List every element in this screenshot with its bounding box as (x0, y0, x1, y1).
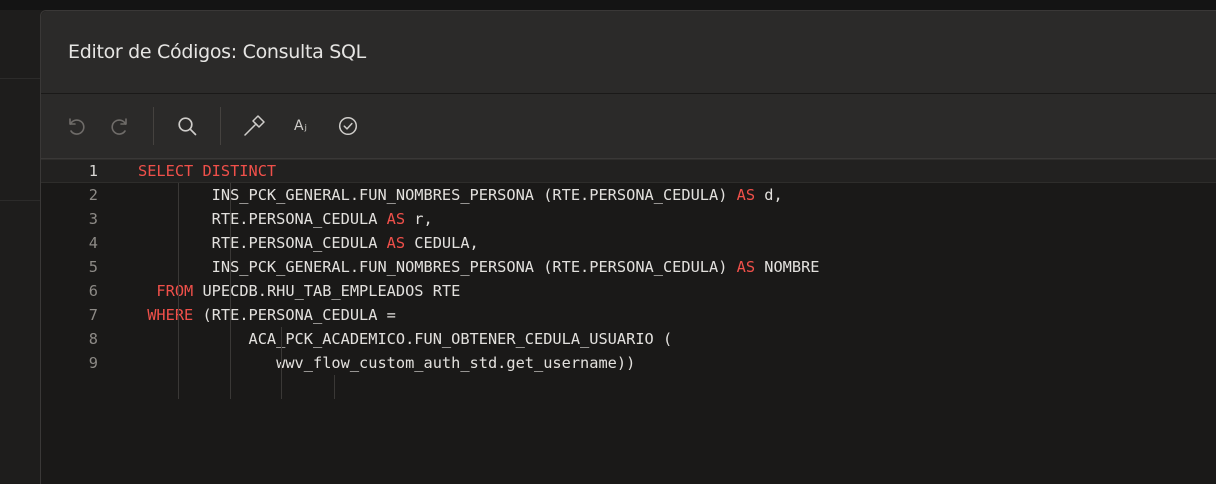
sql-token: ACA_PCK_ACADEMICO.FUN_OBTENER_CEDULA_USU… (138, 330, 673, 348)
code-line[interactable]: 9 wwv_flow_custom_auth_std.get_username)… (41, 351, 1216, 375)
undo-icon (69, 118, 85, 135)
check-button[interactable] (333, 111, 363, 141)
line-number: 8 (88, 330, 98, 348)
sql-token: wwv_flow_custom_auth_std.get_username)) (138, 354, 636, 372)
sql-token: RTE.PERSONA_CEDULA (138, 234, 387, 252)
code-line[interactable]: 1 SELECT DISTINCT (41, 159, 1216, 183)
line-number: 3 (88, 210, 98, 228)
code-line[interactable]: 8 ACA_PCK_ACADEMICO.FUN_OBTENER_CEDULA_U… (41, 327, 1216, 351)
hammer-icon (244, 115, 265, 136)
code-line[interactable]: 2 INS_PCK_GENERAL.FUN_NOMBRES_PERSONA (R… (41, 183, 1216, 207)
toolbar-divider (220, 107, 221, 145)
redo-button[interactable] (105, 111, 135, 141)
code-text: RTE.PERSONA_CEDULA AS CEDULA, (138, 231, 479, 255)
undo-button[interactable] (61, 111, 91, 141)
code-text: SELECT DISTINCT (138, 160, 276, 182)
code-text: INS_PCK_GENERAL.FUN_NOMBRES_PERSONA (RTE… (138, 255, 820, 279)
line-number: 6 (88, 282, 98, 300)
sql-keyword: SELECT DISTINCT (138, 162, 277, 180)
code-editor-dialog: Editor de Códigos: Consulta SQL Aⱼ 1 SEL… (40, 10, 1216, 484)
code-text: INS_PCK_GENERAL.FUN_NOMBRES_PERSONA (RTE… (138, 183, 783, 207)
sql-keyword: AS (386, 234, 406, 252)
code-lines[interactable]: 1 SELECT DISTINCT 2 INS_PCK_GENERAL.FUN_NO… (41, 159, 1216, 375)
sql-keyword: WHERE (147, 306, 194, 324)
code-text: RTE.PERSONA_CEDULA AS r, (138, 207, 433, 231)
code-text: WHERE (RTE.PERSONA_CEDULA = (138, 303, 396, 327)
code-line[interactable]: 6 FROM UPECDB.RHU_TAB_EMPLEADOS RTE (41, 279, 1216, 303)
code-text: wwv_flow_custom_auth_std.get_username)) (138, 351, 635, 375)
toolbar-divider (153, 107, 154, 145)
check-circle-icon (338, 116, 358, 136)
code-text: FROM UPECDB.RHU_TAB_EMPLEADOS RTE (138, 279, 460, 303)
code-line[interactable]: 3 RTE.PERSONA_CEDULA AS r, (41, 207, 1216, 231)
format-button[interactable]: Aⱼ (283, 111, 319, 141)
sql-keyword: AS (736, 258, 756, 276)
sql-token: RTE.PERSONA_CEDULA (138, 210, 387, 228)
search-icon (178, 117, 197, 136)
line-number: 1 (88, 162, 98, 180)
sql-token: r, (405, 210, 433, 228)
background-page (0, 10, 40, 483)
dialog-title: Editor de Códigos: Consulta SQL (68, 41, 366, 63)
line-number: 7 (88, 306, 98, 324)
sql-token: (RTE.PERSONA_CEDULA = (193, 306, 396, 324)
code-editor[interactable]: 1 SELECT DISTINCT 2 INS_PCK_GENERAL.FUN_NO… (41, 159, 1216, 484)
code-line[interactable]: 7 WHERE (RTE.PERSONA_CEDULA = (41, 303, 1216, 327)
code-line[interactable]: 4 RTE.PERSONA_CEDULA AS CEDULA, (41, 231, 1216, 255)
line-number: 5 (88, 258, 98, 276)
sql-token: INS_PCK_GENERAL.FUN_NOMBRES_PERSONA (RTE… (138, 258, 737, 276)
sql-keyword: FROM (156, 282, 194, 300)
sql-keyword: AS (736, 186, 756, 204)
line-number: 2 (88, 186, 98, 204)
indent-guide (334, 375, 335, 399)
sql-keyword: AS (386, 210, 406, 228)
dialog-titlebar: Editor de Códigos: Consulta SQL (41, 11, 1216, 94)
code-line[interactable]: 5 INS_PCK_GENERAL.FUN_NOMBRES_PERSONA (R… (41, 255, 1216, 279)
sql-token: UPECDB.RHU_TAB_EMPLEADOS RTE (193, 282, 461, 300)
code-text: ACA_PCK_ACADEMICO.FUN_OBTENER_CEDULA_USU… (138, 327, 673, 351)
redo-icon (111, 118, 127, 135)
validate-button[interactable] (239, 111, 269, 141)
window-top-strip (0, 0, 1216, 10)
format-text-icon: Aⱼ (293, 118, 309, 134)
line-number: 4 (88, 234, 98, 252)
sql-token: INS_PCK_GENERAL.FUN_NOMBRES_PERSONA (RTE… (138, 186, 737, 204)
line-number: 9 (88, 354, 98, 372)
sql-token: NOMBRE (755, 258, 820, 276)
search-button[interactable] (172, 111, 202, 141)
editor-toolbar: Aⱼ (41, 94, 1216, 159)
sql-token: CEDULA, (405, 234, 479, 252)
sql-token: d, (755, 186, 783, 204)
